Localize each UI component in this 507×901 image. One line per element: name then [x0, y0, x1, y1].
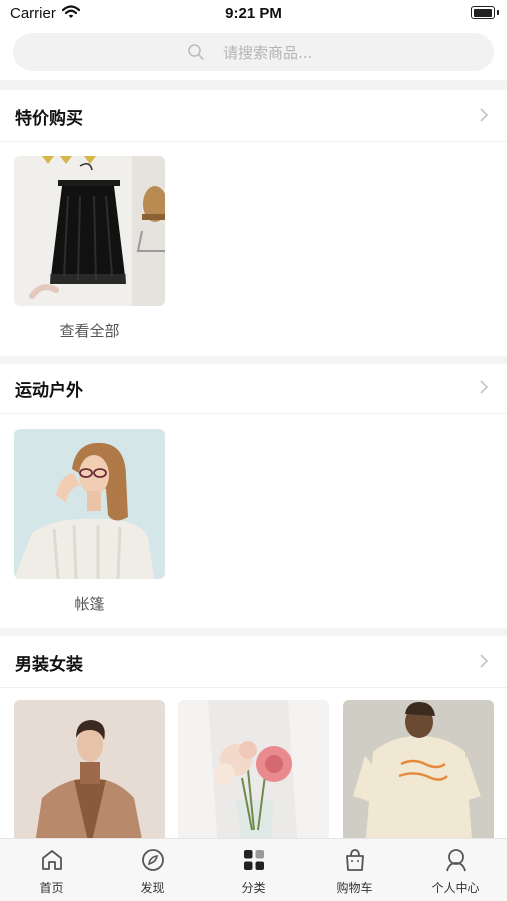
section-divider: [0, 356, 507, 364]
tab-category[interactable]: 分类: [203, 839, 304, 901]
profile-icon: [446, 849, 466, 872]
product-image: [178, 700, 329, 850]
tab-bar: 首页 发现 分类 购物车 个人中心: [0, 838, 507, 901]
compass-icon: [142, 849, 164, 871]
shopping-bag-icon: [346, 849, 364, 871]
section-mens-womens: 男装女装: [0, 636, 507, 850]
tab-discover[interactable]: 发现: [102, 839, 203, 901]
chevron-right-icon[interactable]: [478, 652, 490, 670]
section-title: 男装女装: [15, 655, 83, 675]
chevron-right-icon[interactable]: [478, 106, 490, 124]
product-image: [14, 700, 165, 850]
home-icon: [42, 850, 62, 870]
tab-label: 首页: [39, 881, 64, 895]
status-bar: Carrier 9:21 PM: [0, 0, 507, 28]
product-image: [14, 429, 165, 579]
section-sports-outdoor: 运动户外 帐篷: [0, 364, 507, 628]
category-card[interactable]: 帐篷: [14, 429, 165, 614]
tab-label: 个人中心: [431, 881, 480, 895]
category-label: 帐篷: [74, 595, 105, 613]
product-image: [343, 700, 494, 850]
tab-cart[interactable]: 购物车: [304, 839, 405, 901]
section-special-offers: 特价购买 查看全部: [0, 90, 507, 356]
section-title: 运动户外: [15, 381, 83, 401]
category-card[interactable]: [14, 700, 165, 850]
search-placeholder: 请搜索商品...: [223, 44, 313, 62]
tab-home[interactable]: 首页: [1, 839, 102, 901]
category-card[interactable]: [343, 700, 494, 850]
tab-label: 购物车: [336, 881, 373, 895]
product-image: [14, 156, 165, 306]
search-input[interactable]: 请搜索商品...: [13, 33, 494, 71]
tab-label: 分类: [241, 881, 266, 895]
clock: 9:21 PM: [225, 5, 282, 22]
tab-profile[interactable]: 个人中心: [405, 839, 506, 901]
section-divider: [0, 80, 507, 90]
section-title: 特价购买: [15, 109, 83, 129]
search-icon: [188, 44, 204, 60]
battery-icon: [471, 6, 499, 19]
tab-label: 发现: [140, 881, 165, 895]
section-divider: [0, 628, 507, 636]
category-label: 查看全部: [59, 322, 120, 340]
grid-icon: [244, 850, 264, 870]
chevron-right-icon[interactable]: [478, 378, 490, 396]
category-card[interactable]: [178, 700, 329, 850]
category-card[interactable]: 查看全部: [14, 156, 165, 341]
